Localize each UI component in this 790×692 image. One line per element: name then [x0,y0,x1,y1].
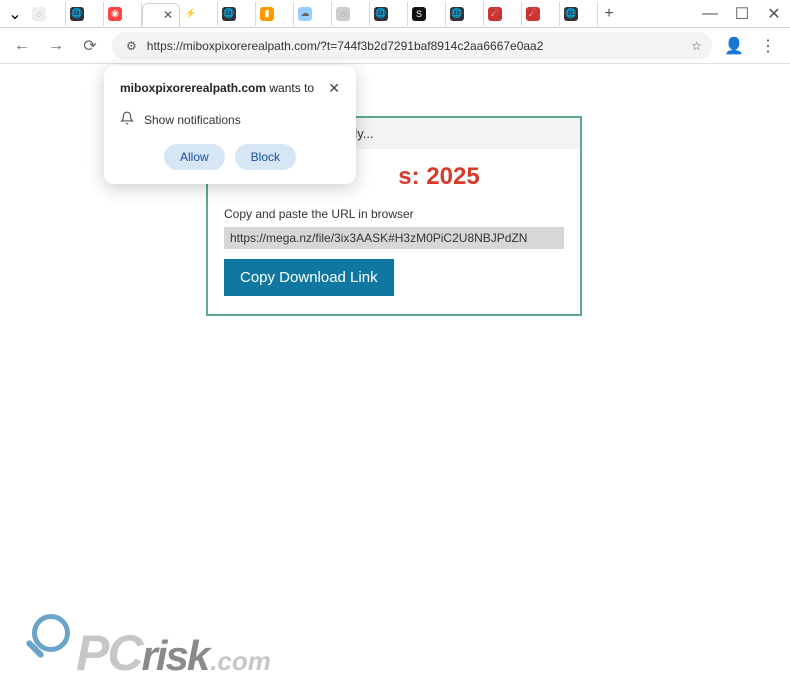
logo-letter-p: P [76,624,107,682]
browser-tab[interactable]: 🌐 [66,2,104,26]
permission-close-button[interactable]: ✕ [328,80,340,97]
card-red-visible-text: s: 2025 [398,163,479,190]
copy-download-link-button[interactable]: Copy Download Link [224,259,394,296]
toolbar: ← → ⟳ ⚙ https://miboxpixorerealpath.com/… [0,28,790,64]
maximize-button[interactable]: ☐ [726,0,758,28]
page-content: miboxpixorerealpath.com wants to ✕ Show … [0,64,790,692]
omnibox[interactable]: ⚙ https://miboxpixorerealpath.com/?t=744… [112,32,712,60]
back-button[interactable]: ← [10,34,34,58]
favicon-icon: S [412,7,426,21]
browser-tab[interactable]: 🌐 [446,2,484,26]
browser-tab[interactable]: S [408,2,446,26]
download-url-box[interactable]: https://mega.nz/file/3ix3AASK#H3zM0PiC2U… [224,227,564,249]
browser-tab[interactable]: ⚡ [180,2,218,26]
bookmark-star-icon[interactable]: ☆ [691,39,702,53]
browser-tab[interactable]: ◉ [104,2,142,26]
kebab-menu-button[interactable]: ⋮ [756,34,780,58]
browser-tab[interactable]: 🌐 [218,2,256,26]
tab-close-button[interactable]: ✕ [163,8,173,22]
favicon-icon: ◉ [108,7,122,21]
favicon-icon: 🌐 [450,7,464,21]
favicon-icon: ▮ [260,7,274,21]
window-close-button[interactable]: ✕ [758,0,790,28]
favicon-icon [147,8,161,22]
favicon-icon: 🌐 [222,7,236,21]
favicon-icon: 🌐 [70,7,84,21]
browser-tab[interactable]: ☄ [522,2,560,26]
favicon-icon: ☄ [526,7,540,21]
site-settings-icon[interactable]: ⚙ [122,38,141,54]
favicon-icon: ◌ [32,7,46,21]
favicon-icon: ☁ [298,7,312,21]
permission-domain: miboxpixorerealpath.com [120,81,266,95]
url-text: https://miboxpixorerealpath.com/?t=744f3… [147,39,685,53]
logo-text-risk: risk [141,632,208,680]
block-button[interactable]: Block [235,144,296,170]
bell-icon [120,111,134,128]
logo-letter-c: C [107,624,141,682]
allow-button[interactable]: Allow [164,144,225,170]
browser-tab[interactable]: 🌐 [370,2,408,26]
magnifier-icon [24,614,80,670]
browser-tab[interactable]: ☁ [294,2,332,26]
favicon-icon: ☄ [488,7,502,21]
copy-hint-label: Copy and paste the URL in browser [224,207,564,221]
chevron-down-icon: ⌄ [8,4,21,24]
browser-tab[interactable]: ◌ [28,2,66,26]
favicon-icon: 🌐 [374,7,388,21]
favicon-icon: ◌ [336,7,350,21]
favicon-icon: 🌐 [564,7,578,21]
profile-button[interactable]: 👤 [722,34,746,58]
permission-suffix: wants to [266,81,314,95]
browser-tab[interactable]: ☄ [484,2,522,26]
forward-button[interactable]: → [44,34,68,58]
window-controls: — ☐ ✕ [694,0,790,28]
browser-tab[interactable]: ✕ [142,3,180,27]
favicon-icon: ⚡ [184,7,198,21]
notification-permission-popup: miboxpixorerealpath.com wants to ✕ Show … [104,66,356,184]
permission-item-label: Show notifications [144,113,241,127]
browser-tab[interactable]: ◌ [332,2,370,26]
tabs-dropdown[interactable]: ⌄ [6,5,24,23]
tabs-strip: ◌ 🌐 ◉ ✕ ⚡ 🌐 ▮ ☁ ◌ 🌐 S 🌐 ☄ ☄ 🌐 [28,0,598,27]
browser-tab[interactable]: ▮ [256,2,294,26]
minimize-button[interactable]: — [694,0,726,28]
pcrisk-watermark: P C risk .com [24,614,271,682]
logo-text-com: .com [210,646,271,677]
permission-title: miboxpixorerealpath.com wants to [120,80,314,97]
browser-tab[interactable]: 🌐 [560,2,598,26]
title-bar: ⌄ ◌ 🌐 ◉ ✕ ⚡ 🌐 ▮ ☁ ◌ 🌐 S 🌐 ☄ ☄ 🌐 + — ☐ ✕ [0,0,790,28]
reload-button[interactable]: ⟳ [78,34,102,58]
new-tab-button[interactable]: + [598,5,620,23]
